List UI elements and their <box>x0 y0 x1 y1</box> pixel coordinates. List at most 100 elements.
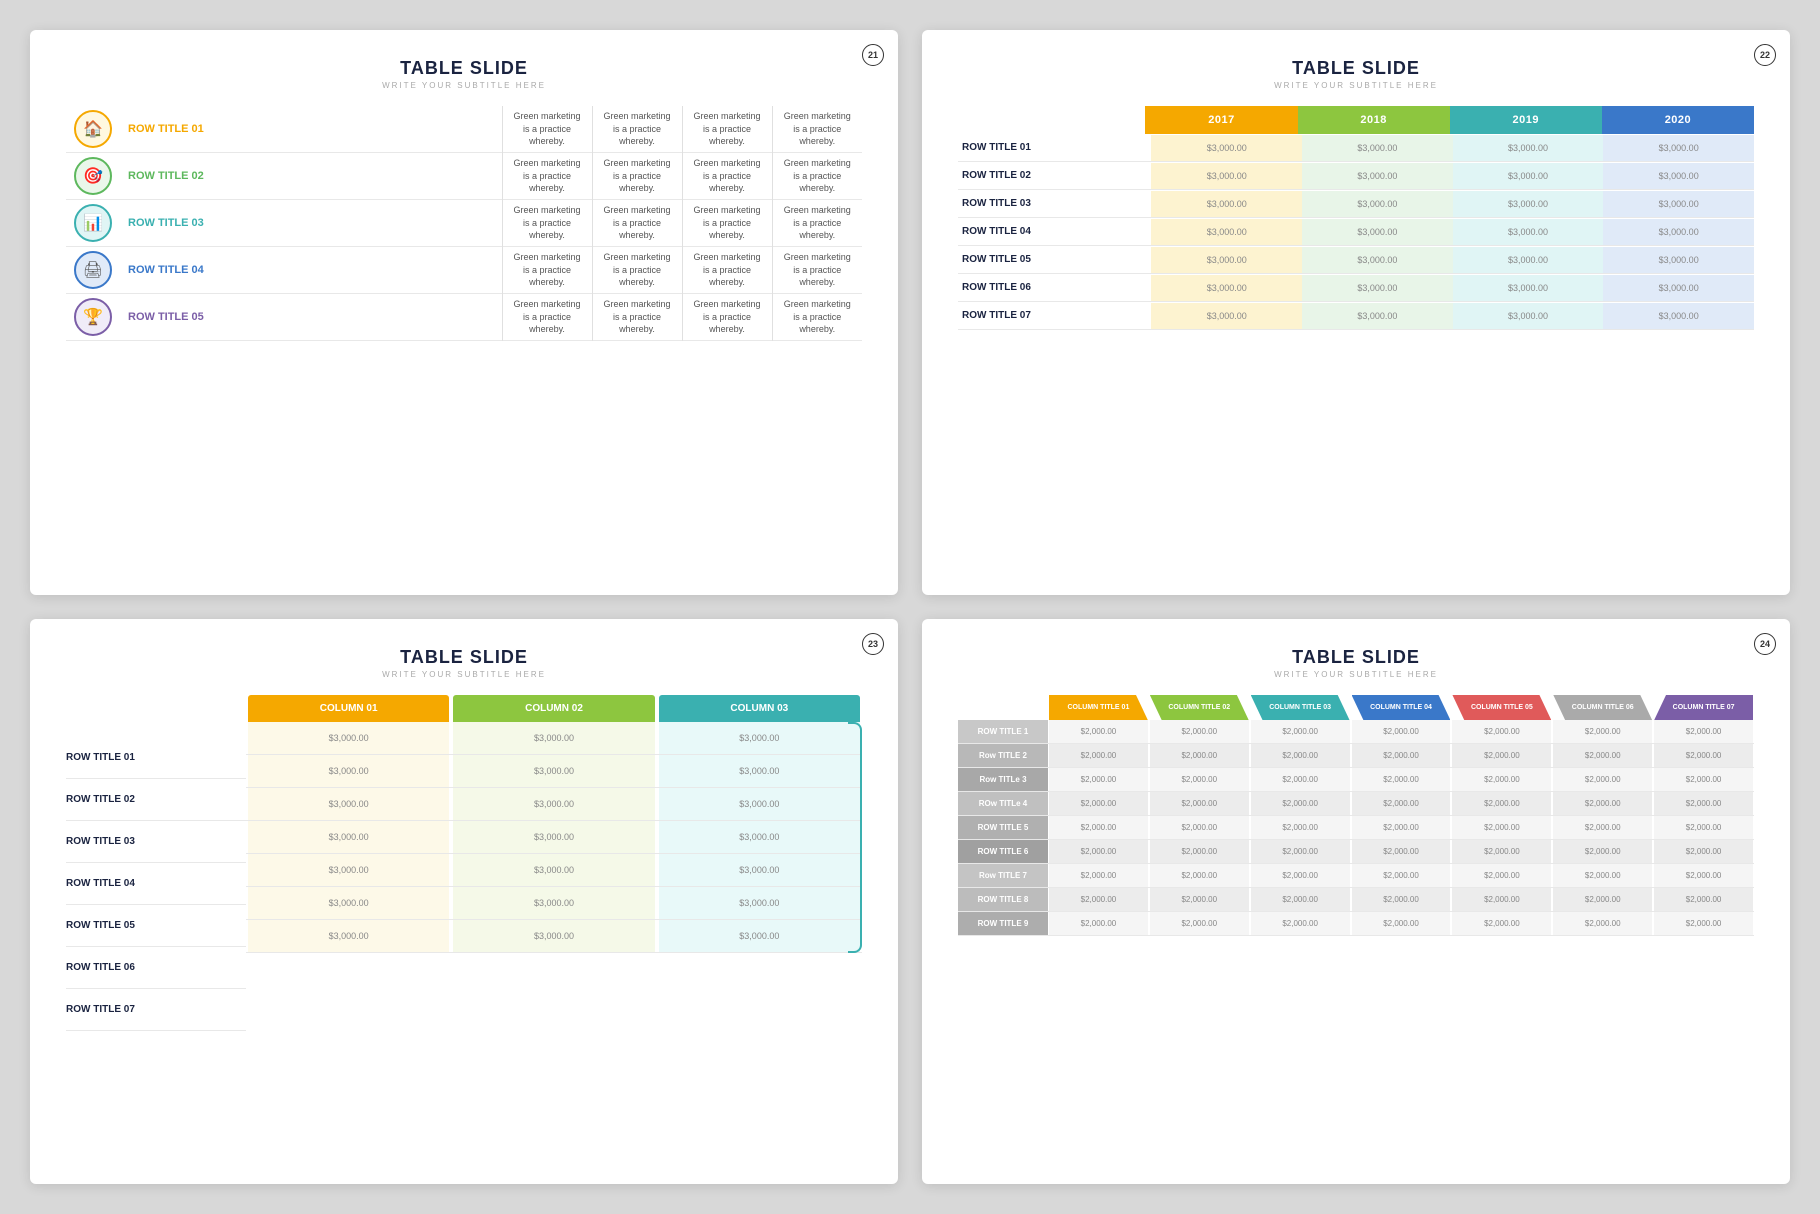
row-title: ROW TITLE 01 <box>128 123 204 135</box>
data-cell: $3,000.00 <box>659 821 860 853</box>
slide-1: 21 TABLE SLIDE WRITE YOUR SUBTITLE HERE … <box>30 30 898 595</box>
data-cell: $3,000.00 <box>1302 303 1453 329</box>
data-cell: $3,000.00 <box>659 887 860 919</box>
data-cell: $2,000.00 <box>1352 912 1451 935</box>
data-cell: $2,000.00 <box>1251 864 1350 887</box>
row-title: ROW TITLE 06 <box>958 274 1151 301</box>
data-cell: $3,000.00 <box>1302 275 1453 301</box>
data-cell: $2,000.00 <box>1150 744 1249 767</box>
data-cell: $2,000.00 <box>1553 792 1652 815</box>
data-cell: $3,000.00 <box>1302 163 1453 189</box>
row-title: ROW TITLE 5 <box>958 816 1048 839</box>
row-desc-1: Green marketing is a practice whereby. <box>502 294 592 341</box>
table-row: $3,000.00$3,000.00$3,000.00 <box>246 755 862 788</box>
row-title: ROW TITLE 05 <box>128 311 204 323</box>
slide-3-subtitle: WRITE YOUR SUBTITLE HERE <box>382 670 546 679</box>
data-cell: $3,000.00 <box>453 920 654 952</box>
table-row: $3,000.00$3,000.00$3,000.00 <box>246 821 862 854</box>
data-cell: $3,000.00 <box>659 722 860 754</box>
table-row: ROW TITLE 03$3,000.00$3,000.00$3,000.00$… <box>958 190 1754 218</box>
data-cell: $2,000.00 <box>1049 864 1148 887</box>
row-title: ROW TITLE 05 <box>958 246 1151 273</box>
table-row: 📊 ROW TITLE 03 Green marketing is a prac… <box>66 200 862 247</box>
data-cell: $2,000.00 <box>1654 768 1753 791</box>
data-cell: $2,000.00 <box>1553 816 1652 839</box>
row-title: ROW TITLE 9 <box>958 912 1048 935</box>
table-row: $3,000.00$3,000.00$3,000.00 <box>246 854 862 887</box>
data-cell: $3,000.00 <box>1151 303 1302 329</box>
row-desc-2: Green marketing is a practice whereby. <box>592 200 682 247</box>
data-cell: $3,000.00 <box>1603 219 1754 245</box>
data-cell: $2,000.00 <box>1553 768 1652 791</box>
data-cell: $2,000.00 <box>1352 768 1451 791</box>
data-cell: $3,000.00 <box>1603 135 1754 161</box>
data-cell: $2,000.00 <box>1553 864 1652 887</box>
table-row: ROW TITLE 5$2,000.00$2,000.00$2,000.00$2… <box>958 816 1754 840</box>
data-cell: $2,000.00 <box>1452 792 1551 815</box>
table-row: Row TITLe 3$2,000.00$2,000.00$2,000.00$2… <box>958 768 1754 792</box>
data-cell: $2,000.00 <box>1049 792 1148 815</box>
row-desc-4: Green marketing is a practice whereby. <box>772 153 862 200</box>
table-row: ROW TITLE 1$2,000.00$2,000.00$2,000.00$2… <box>958 720 1754 744</box>
row-title: ROW TITLE 07 <box>958 302 1151 329</box>
data-cell: $2,000.00 <box>1150 912 1249 935</box>
slide-2-title: TABLE SLIDE <box>1292 58 1420 79</box>
data-cell: $3,000.00 <box>1603 163 1754 189</box>
slide-number-4: 24 <box>1754 633 1776 655</box>
data-cell: $2,000.00 <box>1251 768 1350 791</box>
row-title-cell: ROW TITLE 05 <box>120 294 502 341</box>
row-title: ROW TITLE 6 <box>958 840 1048 863</box>
data-cell: $3,000.00 <box>453 854 654 886</box>
data-cell: $2,000.00 <box>1251 912 1350 935</box>
data-cell: $2,000.00 <box>1251 720 1350 743</box>
data-cell: $2,000.00 <box>1654 840 1753 863</box>
table-row: ROW TITLE 6$2,000.00$2,000.00$2,000.00$2… <box>958 840 1754 864</box>
table-row: ROW TITLE 01$3,000.00$3,000.00$3,000.00$… <box>958 134 1754 162</box>
data-cell: $2,000.00 <box>1654 864 1753 887</box>
column-header: COLUMN 02 <box>453 695 654 722</box>
row-title: ROW TITLE 07 <box>66 989 246 1031</box>
data-cell: $3,000.00 <box>248 755 449 787</box>
data-cell: $2,000.00 <box>1352 888 1451 911</box>
data-cell: $2,000.00 <box>1553 840 1652 863</box>
table-row: ROW TITLE 02$3,000.00$3,000.00$3,000.00$… <box>958 162 1754 190</box>
data-cell: $3,000.00 <box>453 821 654 853</box>
slide-2-header: 2017201820192020 <box>958 106 1754 134</box>
row-desc-3: Green marketing is a practice whereby. <box>682 153 772 200</box>
row-desc-1: Green marketing is a practice whereby. <box>502 200 592 247</box>
data-cell: $2,000.00 <box>1352 720 1451 743</box>
data-cell: $2,000.00 <box>1352 816 1451 839</box>
data-cell: $3,000.00 <box>1302 191 1453 217</box>
data-cell: $3,000.00 <box>1151 191 1302 217</box>
row-desc-4: Green marketing is a practice whereby. <box>772 247 862 294</box>
row-desc-1: Green marketing is a practice whereby. <box>502 106 592 153</box>
column-header: COLUMN TITLE 03 <box>1251 695 1350 720</box>
table-row: ROW TITLE 9$2,000.00$2,000.00$2,000.00$2… <box>958 912 1754 936</box>
data-cell: $3,000.00 <box>1453 303 1604 329</box>
column-header: COLUMN 01 <box>248 695 449 722</box>
row-title-cell: ROW TITLE 01 <box>120 106 502 153</box>
slide-1-subtitle: WRITE YOUR SUBTITLE HERE <box>382 81 546 90</box>
row-desc-3: Green marketing is a practice whereby. <box>682 200 772 247</box>
data-cell: $3,000.00 <box>1151 135 1302 161</box>
table-row: $3,000.00$3,000.00$3,000.00 <box>246 788 862 821</box>
row-title: ROW TITLE 03 <box>958 190 1151 217</box>
data-cell: $3,000.00 <box>248 854 449 886</box>
row-title-cell: ROW TITLE 02 <box>120 153 502 200</box>
data-cell: $3,000.00 <box>1453 191 1604 217</box>
data-cell: $2,000.00 <box>1251 840 1350 863</box>
data-cell: $2,000.00 <box>1150 816 1249 839</box>
data-cell: $3,000.00 <box>1151 275 1302 301</box>
data-cell: $3,000.00 <box>659 788 860 820</box>
row-title: ROW TITLE 04 <box>128 264 204 276</box>
column-header: 2020 <box>1602 106 1754 134</box>
column-header: COLUMN TITLE 02 <box>1150 695 1249 720</box>
data-cell: $2,000.00 <box>1251 888 1350 911</box>
data-cell: $3,000.00 <box>1453 135 1604 161</box>
data-cell: $3,000.00 <box>1603 191 1754 217</box>
table-row: ROw TITLe 4$2,000.00$2,000.00$2,000.00$2… <box>958 792 1754 816</box>
table-row: Row TITLE 7$2,000.00$2,000.00$2,000.00$2… <box>958 864 1754 888</box>
table-row: 🎯 ROW TITLE 02 Green marketing is a prac… <box>66 153 862 200</box>
column-header: 2017 <box>1145 106 1297 134</box>
slide-1-table: 🏠 ROW TITLE 01 Green marketing is a prac… <box>66 106 862 341</box>
